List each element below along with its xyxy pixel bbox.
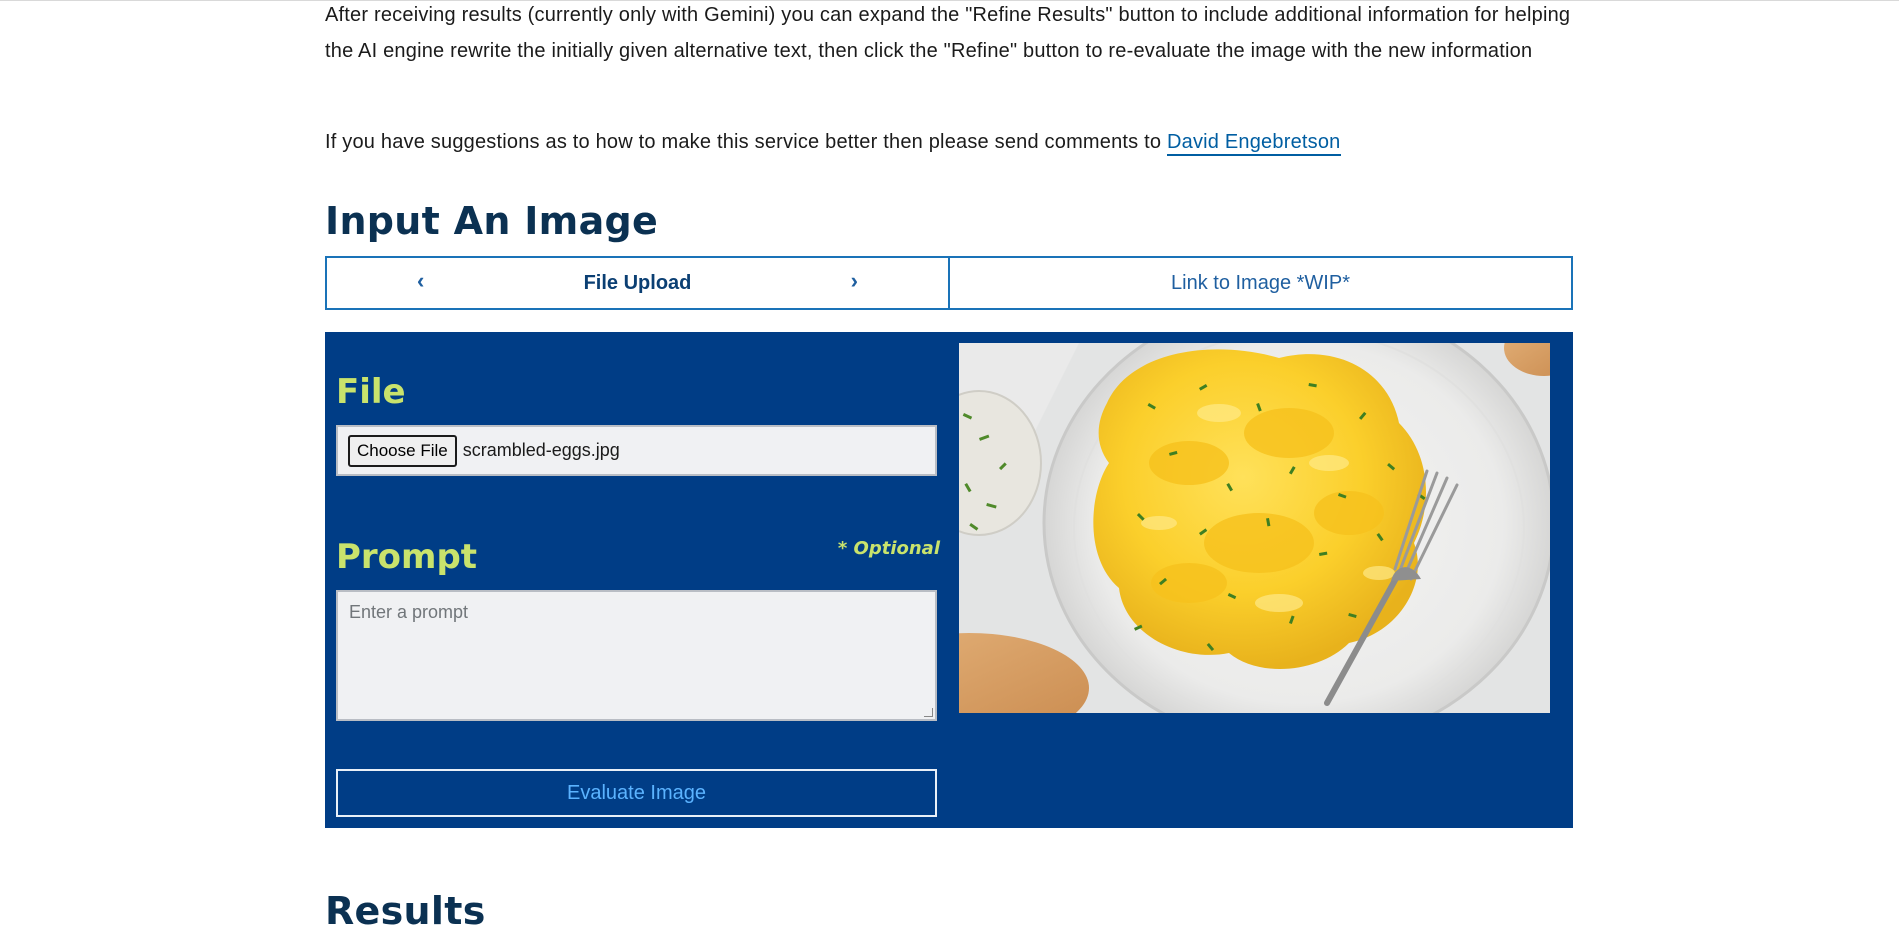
optional-note: * Optional [837,538,940,559]
file-label: File [336,372,406,412]
upload-panel: File Choose File scrambled-eggs.jpg Prom… [325,332,1573,828]
input-section-title: Input An Image [325,199,659,243]
prompt-label: Prompt [336,537,478,577]
tab-file-upload[interactable]: ‹ File Upload › [327,258,950,308]
feedback-text: If you have suggestions as to how to mak… [325,124,1573,160]
choose-file-button[interactable]: Choose File [348,434,457,467]
tab-link-to-image[interactable]: Link to Image *WIP* [950,258,1571,308]
contact-link[interactable]: David Engebretson [1166,131,1341,156]
image-preview [959,343,1550,713]
chevron-left-icon[interactable]: ‹ [417,268,424,294]
prompt-field-wrapper [336,590,937,721]
input-tabs: ‹ File Upload › Link to Image *WIP* [325,256,1573,310]
resize-handle-icon[interactable] [924,708,933,717]
prompt-input[interactable] [338,592,935,719]
tab-link-to-image-label: Link to Image *WIP* [1171,271,1350,294]
scrambled-eggs-image [959,343,1550,713]
file-input[interactable]: Choose File scrambled-eggs.jpg [336,425,937,476]
evaluate-image-button[interactable]: Evaluate Image [336,769,937,817]
selected-file-name: scrambled-eggs.jpg [462,440,620,460]
feedback-prefix: If you have suggestions as to how to mak… [325,131,1167,153]
tab-file-upload-label: File Upload [583,271,692,294]
results-section-title: Results [325,889,486,933]
chevron-right-icon[interactable]: › [851,268,858,294]
refine-instructions: After receiving results (currently only … [325,4,1571,62]
